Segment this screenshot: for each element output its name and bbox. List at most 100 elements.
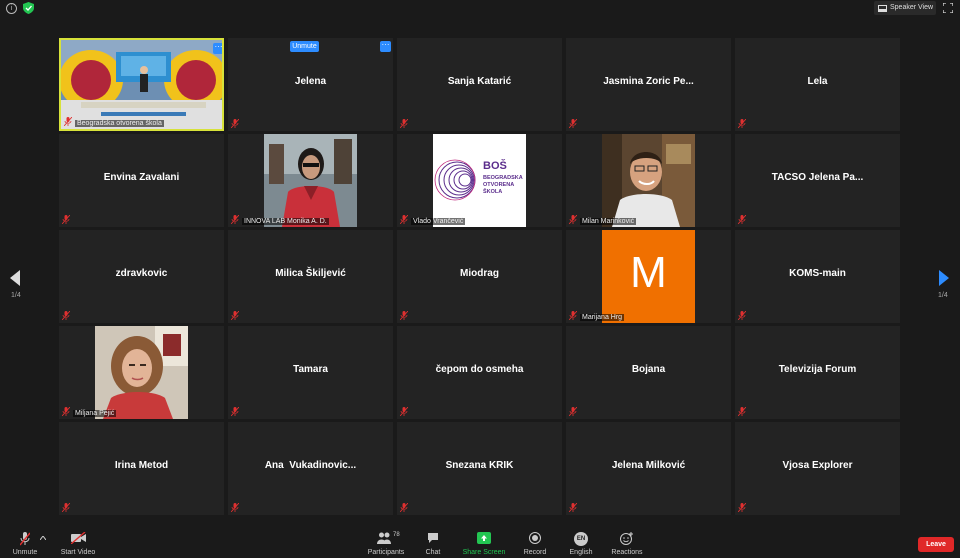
- speaker-view-button[interactable]: Speaker View: [874, 1, 936, 15]
- participant-caption: Beogradska otvorena škola: [75, 120, 164, 127]
- participant-name: Snezana KRIK: [445, 460, 514, 471]
- gallery-grid: ··· Beogradska otvorena škola Jelena San…: [59, 38, 900, 516]
- language-label: English: [569, 549, 593, 556]
- mic-muted-icon: [569, 407, 577, 416]
- participant-tile[interactable]: zdravkovic: [59, 230, 224, 323]
- participant-tile[interactable]: Tamara: [228, 326, 393, 419]
- chat-icon: [428, 533, 438, 543]
- record-label: Record: [523, 549, 547, 556]
- participant-tile[interactable]: Milica Škiljević: [228, 230, 393, 323]
- start-video-label: Start Video: [60, 549, 96, 556]
- bos-logo-video: BOŠ BEOGRADSKA OTVORENA ŠKOLA: [433, 134, 526, 227]
- unmute-button[interactable]: Unmute: [8, 528, 42, 558]
- language-interpretation-button[interactable]: EN English: [566, 528, 596, 558]
- mic-muted-icon: [569, 503, 577, 512]
- mic-muted-icon: [231, 215, 239, 224]
- reactions-button[interactable]: Reactions: [610, 528, 644, 558]
- participant-name: Ana Vukadinovic...: [264, 460, 357, 471]
- left-page-label: 1/4: [11, 292, 21, 299]
- participant-tile[interactable]: Irina Metod: [59, 422, 224, 515]
- participant-name: Milica Škiljević: [275, 268, 346, 279]
- participants-icon: [377, 532, 391, 544]
- mic-muted-icon: [738, 503, 746, 512]
- right-page-label: 1/4: [938, 292, 948, 299]
- participant-tile[interactable]: INNOVA LAB Monika A. D.: [228, 134, 393, 227]
- reactions-label: Reactions: [611, 549, 643, 556]
- participant-name: Televizija Forum: [778, 364, 857, 375]
- mic-muted-icon: [400, 215, 408, 224]
- woman-red-jacket-photo: [264, 134, 357, 227]
- share-screen-label: Share Screen: [462, 549, 506, 556]
- more-options-button[interactable]: ···: [213, 43, 222, 54]
- unmute-participant-button[interactable]: Unmute: [290, 41, 319, 52]
- participant-more-button[interactable]: ···: [380, 41, 391, 52]
- participant-caption: INNOVA LAB Monika A. D.: [242, 218, 329, 225]
- mic-muted-icon: [231, 311, 239, 320]
- participant-tile[interactable]: Miodrag: [397, 230, 562, 323]
- mic-muted-icon: [62, 311, 70, 320]
- participant-tile[interactable]: čepom do osmeha: [397, 326, 562, 419]
- participant-tile[interactable]: KOMS-main: [735, 230, 900, 323]
- shield-icon[interactable]: [23, 2, 34, 14]
- chat-button[interactable]: Chat: [420, 528, 446, 558]
- info-icon[interactable]: i: [6, 3, 17, 14]
- participant-tile[interactable]: ··· Beogradska otvorena škola: [59, 38, 224, 131]
- participant-caption: Marijana Hrg: [580, 314, 625, 321]
- participant-tile[interactable]: Jasmina Zoric Pe...: [566, 38, 731, 131]
- participant-tile[interactable]: Milan Marinković: [566, 134, 731, 227]
- participant-tile[interactable]: M Marijana Hrg: [566, 230, 731, 323]
- previous-page-arrow-icon[interactable]: [9, 270, 21, 286]
- participant-name: Lela: [807, 76, 828, 87]
- participant-tile[interactable]: Jelena Milković: [566, 422, 731, 515]
- participant-tile[interactable]: Ana Vukadinovic...: [228, 422, 393, 515]
- man-smiling-photo: [602, 134, 695, 227]
- participant-tile[interactable]: TACSO Jelena Pa...: [735, 134, 900, 227]
- mic-muted-icon: [62, 215, 70, 224]
- record-button[interactable]: Record: [520, 528, 550, 558]
- bos-logo-line3: ŠKOLA: [483, 187, 502, 195]
- participant-tile[interactable]: BOŠ BEOGRADSKA OTVORENA ŠKOLA Vlado Vran…: [397, 134, 562, 227]
- participants-button[interactable]: 78 Participants: [364, 528, 408, 558]
- participant-tile[interactable]: Televizija Forum: [735, 326, 900, 419]
- tv-studio-image: [61, 40, 222, 129]
- mic-muted-icon: [569, 311, 577, 320]
- participant-tile[interactable]: Lela: [735, 38, 900, 131]
- participant-caption: Miljana Pejić: [73, 410, 117, 417]
- mic-muted-icon: [738, 407, 746, 416]
- avatar-letter: M: [630, 248, 667, 297]
- participants-label: Participants: [367, 549, 405, 556]
- participant-tile[interactable]: Miljana Pejić: [59, 326, 224, 419]
- mic-muted-icon: [400, 311, 408, 320]
- participant-video: [602, 134, 695, 227]
- participant-name: Vjosa Explorer: [782, 460, 853, 471]
- participant-tile[interactable]: Snezana KRIK: [397, 422, 562, 515]
- participant-tile[interactable]: Vjosa Explorer: [735, 422, 900, 515]
- participant-name: zdravkovic: [115, 268, 168, 279]
- mic-muted-icon: [738, 311, 746, 320]
- participant-video: [95, 326, 188, 419]
- mic-muted-icon: [400, 407, 408, 416]
- share-screen-icon: [477, 532, 491, 544]
- mic-muted-icon: [738, 215, 746, 224]
- mic-muted-icon: [569, 119, 577, 128]
- participant-tile[interactable]: Sanja Katarić: [397, 38, 562, 131]
- chevron-up-icon[interactable]: [40, 536, 46, 540]
- mic-muted-icon: [20, 532, 30, 546]
- participant-tile[interactable]: Envina Zavalani: [59, 134, 224, 227]
- unmute-label: Unmute: [12, 549, 38, 556]
- meeting-toolbar: Unmute Start Video 78 Participants Chat: [0, 528, 960, 558]
- participant-name: Jelena: [294, 76, 327, 87]
- next-page-arrow-icon[interactable]: [938, 270, 950, 286]
- participant-name: Envina Zavalani: [103, 172, 180, 183]
- participant-name: Jelena Milković: [611, 460, 686, 471]
- participant-tile[interactable]: Bojana: [566, 326, 731, 419]
- participant-name: Sanja Katarić: [447, 76, 512, 87]
- speaker-view-label: Speaker View: [890, 4, 934, 11]
- leave-button[interactable]: Leave: [918, 537, 954, 552]
- participant-caption: Vlado Vrančević: [411, 218, 466, 225]
- mic-muted-icon: [738, 119, 746, 128]
- start-video-button[interactable]: Start Video: [58, 528, 98, 558]
- tv-studio-video: [61, 40, 222, 129]
- share-screen-button[interactable]: Share Screen: [462, 528, 506, 558]
- fullscreen-icon[interactable]: [943, 3, 953, 13]
